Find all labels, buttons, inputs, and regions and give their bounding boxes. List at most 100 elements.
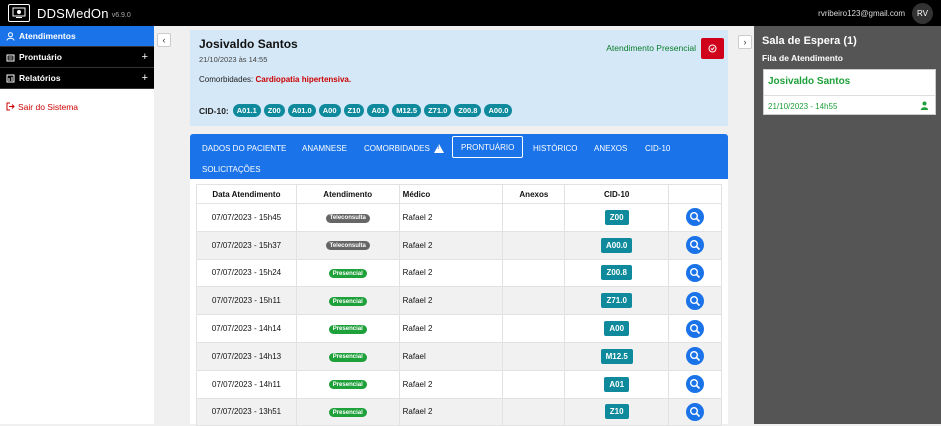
row-doctor: Rafael 2 bbox=[398, 397, 504, 426]
table-row[interactable]: 07/07/2023 - 14h14 Presencial Rafael 2 A00 bbox=[196, 314, 722, 343]
waiting-room-title: Sala de Espera (1) bbox=[762, 35, 857, 47]
top-bar: DDSMedOn v6.9.0 rvribeiro123@gmail.com R… bbox=[0, 0, 941, 26]
waiting-room-panel: Sala de Espera (1) Fila de Atendimento J… bbox=[754, 26, 941, 424]
table-row[interactable]: 07/07/2023 - 15h24 Presencial Rafael 2 Z00.… bbox=[196, 258, 722, 288]
sidebar-item-prontuario[interactable]: Prontuário + bbox=[0, 47, 154, 68]
user-avatar[interactable]: RV bbox=[912, 2, 933, 24]
logout-link[interactable]: Sair do Sistema bbox=[0, 99, 154, 115]
row-cid-badge[interactable]: Z71.0 bbox=[601, 293, 632, 309]
view-record-button[interactable] bbox=[686, 291, 705, 310]
app-title: DDSMedOn bbox=[37, 5, 109, 21]
tab-cid-10[interactable]: CID-10 bbox=[645, 140, 670, 156]
table-row[interactable]: 07/07/2023 - 14h13 Presencial Rafael M12.5 bbox=[196, 341, 722, 371]
cid-chip: Z10 bbox=[343, 104, 365, 117]
row-cid-badge[interactable]: Z10 bbox=[604, 404, 629, 420]
row-cid-cell: Z71.0 bbox=[564, 286, 670, 316]
cid-chip: Z00.8 bbox=[454, 104, 482, 117]
column-header[interactable]: CID-10 bbox=[564, 184, 670, 204]
row-cid-cell: A01 bbox=[564, 369, 670, 399]
table-row[interactable]: 07/07/2023 - 15h11 Presencial Rafael 2 Z71.… bbox=[196, 286, 722, 316]
patient-date: 21/10/2023 às 14:55 bbox=[199, 55, 268, 64]
sidebar-item-relatorios[interactable]: Relatórios + bbox=[0, 68, 154, 89]
user-icon bbox=[6, 31, 16, 41]
expand-icon[interactable]: + bbox=[142, 72, 148, 84]
row-type-cell: Presencial bbox=[295, 369, 400, 399]
row-cid-cell: A00 bbox=[564, 314, 670, 343]
app-logo-icon bbox=[8, 4, 30, 22]
row-doctor: Rafael 2 bbox=[398, 203, 504, 232]
queue-subtitle: Fila de Atendimento bbox=[762, 53, 843, 63]
view-record-button[interactable] bbox=[686, 319, 705, 338]
cid-chip: A00 bbox=[318, 104, 341, 117]
row-cid-cell: Z00.8 bbox=[564, 258, 670, 288]
tab-anexos[interactable]: ANEXOS bbox=[594, 140, 627, 156]
table-row[interactable]: 07/07/2023 - 13h51 Presencial Rafael 2 Z10 bbox=[196, 397, 722, 426]
history-table: Data Atendimento Atendimento Médico Anex… bbox=[196, 184, 722, 426]
tab-dados-do-paciente[interactable]: DADOS DO PACIENTE bbox=[202, 140, 286, 156]
cid-chip: A00.0 bbox=[484, 104, 513, 117]
tab-prontuario[interactable]: PRONTUÁRIO bbox=[452, 136, 524, 158]
expand-icon[interactable]: + bbox=[142, 51, 148, 63]
row-cid-badge[interactable]: A00.0 bbox=[601, 237, 633, 253]
row-cid-badge[interactable]: Z00 bbox=[604, 209, 629, 225]
tab-solicitacoes[interactable]: SOLICITAÇÕES bbox=[202, 161, 261, 177]
tab-comorbidades[interactable]: COMORBIDADES bbox=[364, 140, 444, 156]
row-date: 07/07/2023 - 14h13 bbox=[196, 341, 297, 371]
cid-chip: M12.5 bbox=[392, 104, 422, 117]
row-action-cell bbox=[668, 397, 722, 426]
cid-label: CID-10: bbox=[199, 105, 229, 116]
row-cid-badge[interactable]: Z00.8 bbox=[601, 265, 632, 281]
cid-chip: Z71.0 bbox=[424, 104, 452, 117]
person-icon bbox=[920, 101, 929, 112]
logout-icon bbox=[6, 102, 15, 113]
sidebar-item-atendimentos[interactable]: Atendimentos bbox=[0, 26, 154, 47]
row-cid-badge[interactable]: M12.5 bbox=[600, 348, 633, 364]
row-doctor: Rafael bbox=[398, 341, 504, 371]
row-anexos bbox=[502, 341, 566, 371]
column-header[interactable]: Anexos bbox=[502, 184, 566, 204]
view-record-button[interactable] bbox=[686, 375, 705, 394]
column-header[interactable]: Atendimento bbox=[295, 184, 400, 204]
row-anexos bbox=[502, 286, 566, 316]
view-record-button[interactable] bbox=[686, 263, 705, 282]
search-icon bbox=[690, 406, 701, 418]
queue-item[interactable]: Josivaldo Santos 21/10/2023 - 14h55 bbox=[763, 69, 936, 115]
view-record-button[interactable] bbox=[686, 236, 705, 255]
view-record-button[interactable] bbox=[686, 402, 705, 421]
table-row[interactable]: 07/07/2023 - 15h45 Teleconsulta Rafael 2 Z0… bbox=[196, 203, 722, 232]
view-record-button[interactable] bbox=[686, 347, 705, 366]
row-type-cell: Presencial bbox=[295, 341, 400, 371]
row-cid-badge[interactable]: A00 bbox=[604, 321, 630, 337]
table-row[interactable]: 07/07/2023 - 14h11 Presencial Rafael 2 A01 bbox=[196, 369, 722, 399]
tab-historico[interactable]: HISTÓRICO bbox=[533, 140, 577, 156]
row-date: 07/07/2023 - 14h14 bbox=[196, 314, 297, 343]
attendance-status: Atendimento Presencial bbox=[606, 43, 696, 53]
row-cid-badge[interactable]: A01 bbox=[604, 376, 630, 392]
history-table-panel: Data Atendimento Atendimento Médico Anex… bbox=[190, 179, 728, 426]
sidebar-item-label: Relatórios bbox=[19, 73, 61, 83]
column-header[interactable]: Médico bbox=[398, 184, 504, 204]
end-attendance-button[interactable] bbox=[701, 38, 724, 59]
search-icon bbox=[690, 351, 701, 362]
row-type-cell: Presencial bbox=[295, 258, 400, 288]
row-date: 07/07/2023 - 14h11 bbox=[196, 369, 297, 399]
search-icon bbox=[690, 240, 701, 251]
view-record-button[interactable] bbox=[686, 208, 705, 227]
cid-chip: A01.1 bbox=[232, 104, 261, 117]
patient-cid-list: CID-10: A01.1 Z00 A01.0 A00 Z10 A01 M12.… bbox=[199, 104, 513, 117]
row-date: 07/07/2023 - 15h11 bbox=[196, 286, 297, 316]
comorbidities-label: Comorbidades: bbox=[199, 75, 254, 84]
folder-icon bbox=[6, 53, 16, 62]
column-header[interactable]: Data Atendimento bbox=[196, 184, 297, 204]
patient-name: Josivaldo Santos bbox=[199, 37, 298, 51]
row-type-cell: Presencial bbox=[295, 397, 400, 426]
search-icon bbox=[690, 323, 701, 334]
queue-patient-date: 21/10/2023 - 14h55 bbox=[768, 102, 838, 111]
row-date: 07/07/2023 - 13h51 bbox=[196, 397, 297, 426]
search-icon bbox=[690, 379, 701, 390]
table-row[interactable]: 07/07/2023 - 15h37 Teleconsulta Rafael 2 A0… bbox=[196, 230, 722, 260]
row-anexos bbox=[502, 258, 566, 288]
row-type-cell: Teleconsulta bbox=[295, 230, 400, 260]
tab-anamnese[interactable]: ANAMNESE bbox=[302, 140, 347, 156]
app-version: v6.9.0 bbox=[111, 11, 131, 19]
